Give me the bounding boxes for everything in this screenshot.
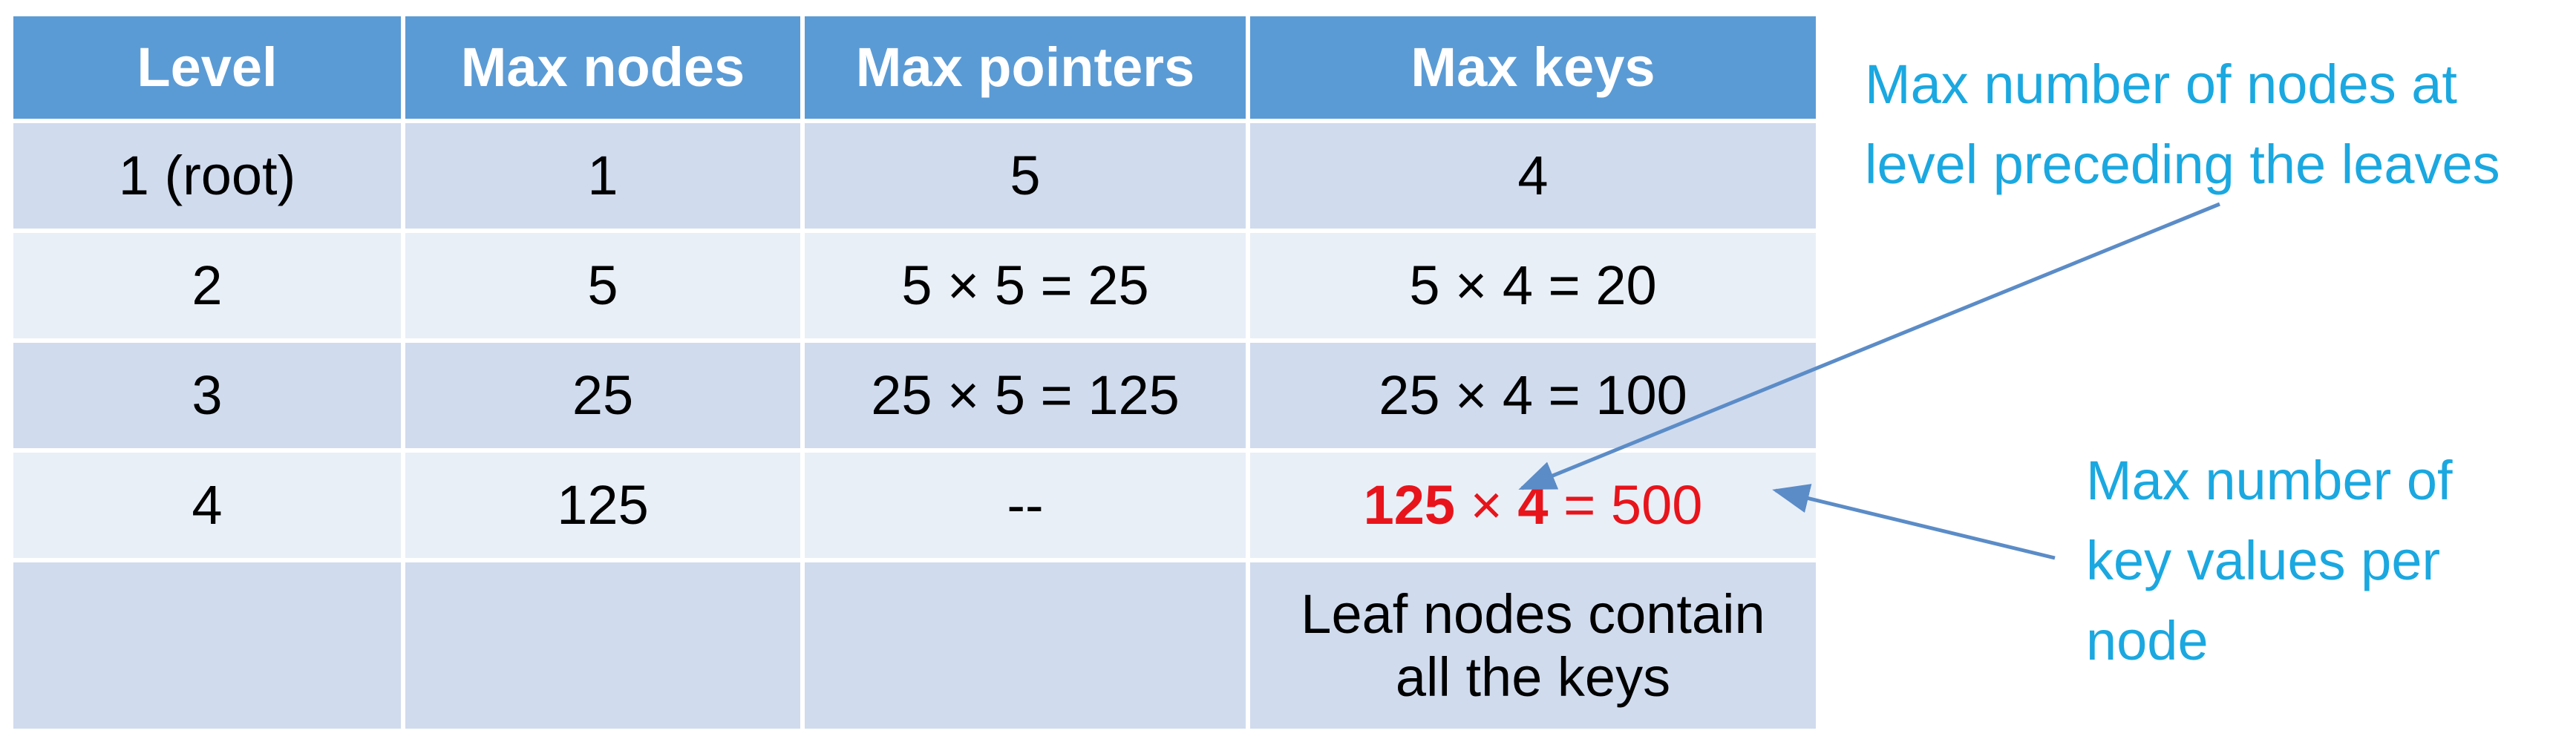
arrow-to-node-count — [1518, 202, 2220, 490]
arrow-to-keys-per-node — [1772, 484, 2056, 560]
annotation-arrows — [1518, 202, 2220, 560]
